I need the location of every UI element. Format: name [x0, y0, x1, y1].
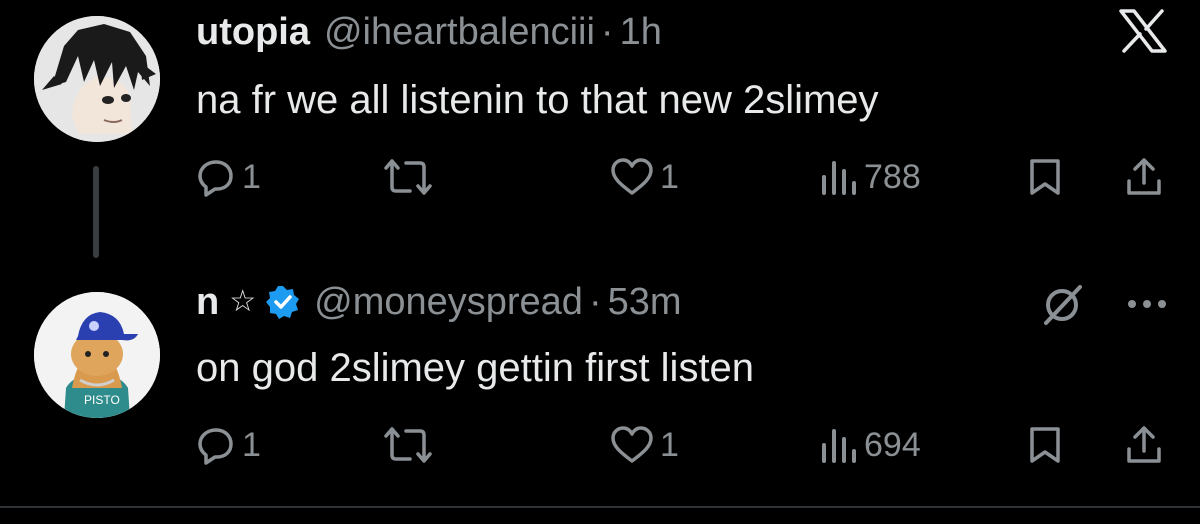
retweet-button[interactable] — [384, 420, 438, 470]
avatar[interactable] — [34, 16, 160, 142]
share-icon — [1127, 158, 1161, 195]
display-name[interactable]: n — [196, 280, 219, 324]
like-button[interactable]: 1 — [610, 152, 679, 202]
tweet-text: on god 2slimey gettin first listen — [196, 346, 755, 390]
reply-button[interactable]: 1 — [196, 152, 261, 202]
bookmark-icon — [1030, 159, 1060, 195]
user-handle[interactable]: @iheartbalenciii — [324, 10, 595, 54]
share-button[interactable] — [1124, 420, 1164, 470]
tweet[interactable]: utopia @iheartbalenciii · 1h na fr we al… — [0, 0, 1200, 260]
retweet-button[interactable] — [384, 152, 438, 202]
anime-character-avatar-icon — [34, 16, 160, 142]
reply-button[interactable]: 1 — [196, 420, 261, 470]
view-count: 788 — [864, 157, 921, 196]
avatar[interactable]: PISTO — [34, 292, 160, 418]
divider — [0, 506, 1200, 524]
share-icon — [1127, 426, 1161, 463]
cat-avatar-icon: PISTO — [34, 292, 160, 418]
name-symbol: ☆ — [229, 285, 257, 318]
retweet-icon — [384, 427, 432, 463]
display-name[interactable]: utopia — [196, 10, 310, 54]
bookmark-icon — [1030, 427, 1060, 463]
share-button[interactable] — [1124, 152, 1164, 202]
tweet-text: na fr we all listenin to that new 2slime… — [196, 78, 879, 122]
heart-icon — [611, 426, 653, 463]
verified-badge-icon[interactable] — [266, 285, 300, 319]
more-dots-icon — [1128, 300, 1166, 308]
user-handle[interactable]: @moneyspread — [314, 280, 583, 324]
reply-count: 1 — [242, 157, 261, 196]
more-options-button[interactable] — [1126, 282, 1168, 326]
reply-count: 1 — [242, 425, 261, 464]
timestamp[interactable]: 53m — [608, 280, 682, 324]
action-bar: 1 1 788 — [0, 152, 1200, 202]
reply-icon — [198, 160, 233, 197]
timestamp[interactable]: 1h — [620, 10, 662, 54]
svg-text:PISTO: PISTO — [84, 393, 120, 407]
bookmark-button[interactable] — [1028, 420, 1062, 470]
like-count: 1 — [660, 157, 679, 196]
retweet-icon — [384, 159, 432, 195]
grok-button[interactable] — [1040, 282, 1086, 326]
separator: · — [600, 11, 614, 53]
like-count: 1 — [660, 425, 679, 464]
like-button[interactable]: 1 — [610, 420, 679, 470]
tweet-header: utopia @iheartbalenciii · 1h — [196, 10, 662, 54]
tweet-header: n ☆ @moneyspread · 53m — [196, 280, 682, 324]
grok-icon — [1044, 285, 1082, 325]
tweet[interactable]: PISTO n ☆ @moneyspread · 53m on god 2sli… — [0, 262, 1200, 512]
bookmark-button[interactable] — [1028, 152, 1062, 202]
heart-icon — [611, 158, 653, 195]
separator: · — [588, 281, 602, 323]
view-count: 694 — [864, 425, 921, 464]
views-chart-icon — [822, 161, 856, 195]
views-button[interactable]: 788 — [818, 152, 921, 202]
views-chart-icon — [822, 429, 856, 463]
reply-icon — [198, 428, 233, 465]
views-button[interactable]: 694 — [818, 420, 921, 470]
action-bar: 1 1 694 — [0, 420, 1200, 470]
